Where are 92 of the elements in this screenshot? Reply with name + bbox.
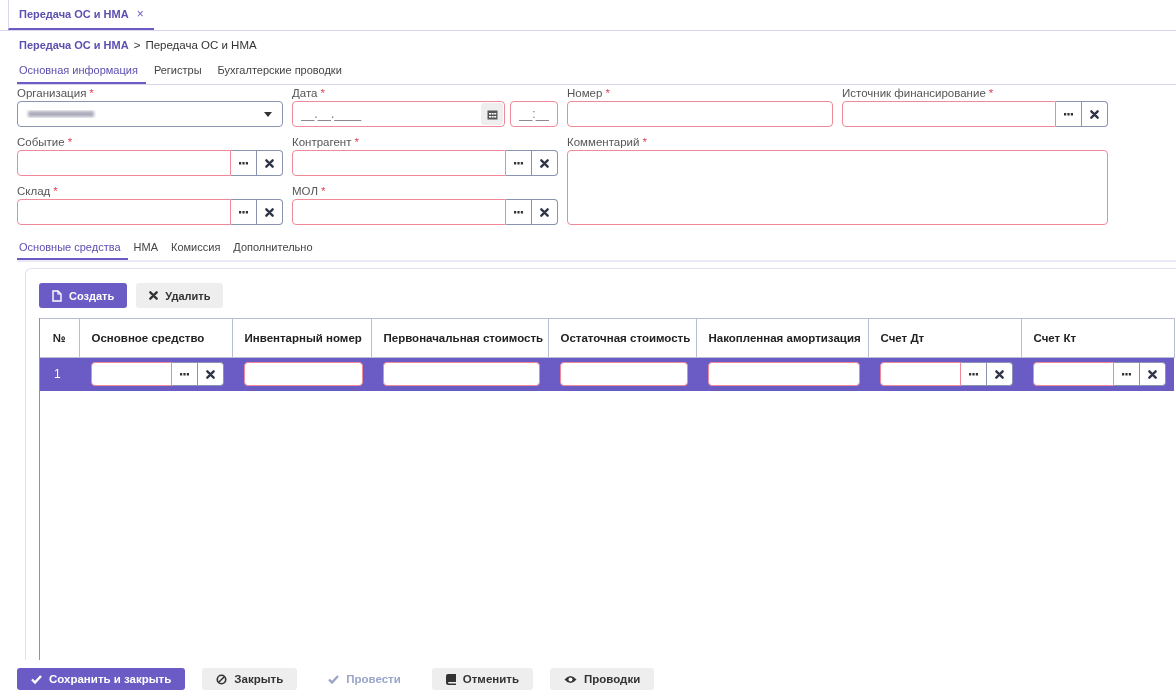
- close-icon: [540, 207, 549, 217]
- tab[interactable]: Основная информация: [17, 58, 146, 84]
- file-icon: [52, 289, 62, 302]
- input-field[interactable]: [17, 199, 231, 225]
- breadcrumb-current: Передача ОС и НМА: [145, 38, 257, 51]
- more-button[interactable]: [172, 362, 198, 387]
- field-label: Организация *: [17, 87, 95, 100]
- input-field[interactable]: [560, 362, 688, 387]
- close-icon: [265, 207, 274, 217]
- more-icon: [514, 210, 523, 214]
- footer-button[interactable]: Закрыть: [202, 668, 298, 690]
- more-icon: [180, 372, 189, 376]
- column-header[interactable]: Первоначальная стоимость: [371, 318, 548, 358]
- select-field[interactable]: [17, 101, 283, 127]
- more-icon: [239, 210, 248, 214]
- calendar-button[interactable]: [481, 103, 503, 125]
- table-row[interactable]: 1: [40, 357, 1174, 391]
- column-header[interactable]: Счет Кт: [1021, 318, 1174, 358]
- input-field[interactable]: [567, 101, 833, 127]
- field-label: Событие *: [17, 136, 74, 149]
- close-icon: [540, 158, 549, 168]
- tab[interactable]: Дополнительно: [231, 235, 320, 260]
- more-icon: [239, 161, 248, 165]
- tab[interactable]: Регистры: [151, 58, 210, 84]
- blurred-text-icon: [26, 109, 96, 119]
- column-header[interactable]: Остаточная стоимость: [548, 318, 696, 358]
- create-button[interactable]: Создать: [39, 283, 128, 308]
- field-label: Комментарий *: [567, 136, 648, 149]
- close-icon: [265, 158, 274, 168]
- input-field[interactable]: [842, 101, 1056, 127]
- more-icon: [514, 161, 523, 165]
- input-field[interactable]: [708, 362, 860, 387]
- tab[interactable]: Комиссия: [169, 235, 228, 260]
- input-field[interactable]: [383, 362, 540, 387]
- input-field[interactable]: [244, 362, 363, 387]
- input-field[interactable]: [880, 362, 961, 387]
- footer-button[interactable]: Сохранить и закрыть: [17, 668, 186, 690]
- field-label: Склад *: [17, 185, 59, 198]
- clear-button[interactable]: [257, 199, 283, 225]
- field-label: Номер *: [567, 87, 611, 100]
- field-label: Дата *: [292, 87, 326, 100]
- column-header[interactable]: Инвентарный номер: [232, 318, 371, 358]
- check-icon: [328, 674, 340, 684]
- clear-button[interactable]: [198, 362, 224, 387]
- more-button[interactable]: [961, 362, 987, 387]
- column-header[interactable]: №: [40, 318, 79, 358]
- input-field[interactable]: [17, 150, 231, 176]
- clear-button[interactable]: [532, 199, 558, 225]
- close-icon: [149, 291, 159, 300]
- delete-button[interactable]: Удалить: [136, 283, 224, 308]
- calendar-icon: [486, 108, 498, 120]
- footer-button[interactable]: Отменить: [431, 668, 533, 690]
- clear-button[interactable]: [1082, 101, 1108, 127]
- close-icon: [206, 369, 215, 379]
- ban-icon: [216, 673, 228, 685]
- more-icon: [1064, 112, 1073, 116]
- field-label: Источник финансирование *: [842, 87, 995, 100]
- column-header[interactable]: Счет Дт: [868, 318, 1021, 358]
- field-label: МОЛ *: [292, 185, 327, 198]
- close-icon: [995, 369, 1004, 379]
- more-button[interactable]: [1114, 362, 1140, 387]
- document-tab[interactable]: Передача ОС и НМА ×: [8, 0, 154, 30]
- more-icon: [1122, 372, 1131, 376]
- column-header[interactable]: Накопленная амортизация: [696, 318, 868, 358]
- clear-button[interactable]: [987, 362, 1013, 387]
- input-field[interactable]: [292, 150, 506, 176]
- breadcrumb-link[interactable]: Передача ОС и НМА: [19, 38, 129, 51]
- input-field[interactable]: [292, 199, 506, 225]
- close-tab-button[interactable]: ×: [136, 7, 144, 21]
- clear-button[interactable]: [257, 150, 283, 176]
- tab[interactable]: Основные средства: [17, 235, 128, 260]
- close-icon: [1148, 369, 1157, 379]
- row-number: 1: [40, 357, 79, 391]
- clear-button[interactable]: [1140, 362, 1166, 387]
- column-header[interactable]: Основное средство: [79, 318, 232, 358]
- book-icon: [445, 673, 456, 685]
- caret-icon: [264, 111, 272, 117]
- date-field[interactable]: __.__.____: [292, 101, 505, 127]
- footer-button[interactable]: Проводки: [550, 668, 655, 690]
- field-label: Контрагент *: [292, 136, 360, 149]
- input-field[interactable]: [91, 362, 172, 387]
- tab[interactable]: Бухгалтерские проводки: [215, 58, 350, 84]
- clear-button[interactable]: [532, 150, 558, 176]
- eye-icon: [564, 674, 577, 684]
- more-icon: [969, 372, 978, 376]
- check-icon: [31, 674, 42, 684]
- time-field[interactable]: __:__: [510, 101, 558, 127]
- tab[interactable]: НМА: [131, 235, 165, 260]
- breadcrumb-separator: >: [133, 38, 141, 51]
- close-icon: [1090, 109, 1099, 119]
- comment-field[interactable]: [567, 150, 1108, 225]
- input-field[interactable]: [1033, 362, 1114, 387]
